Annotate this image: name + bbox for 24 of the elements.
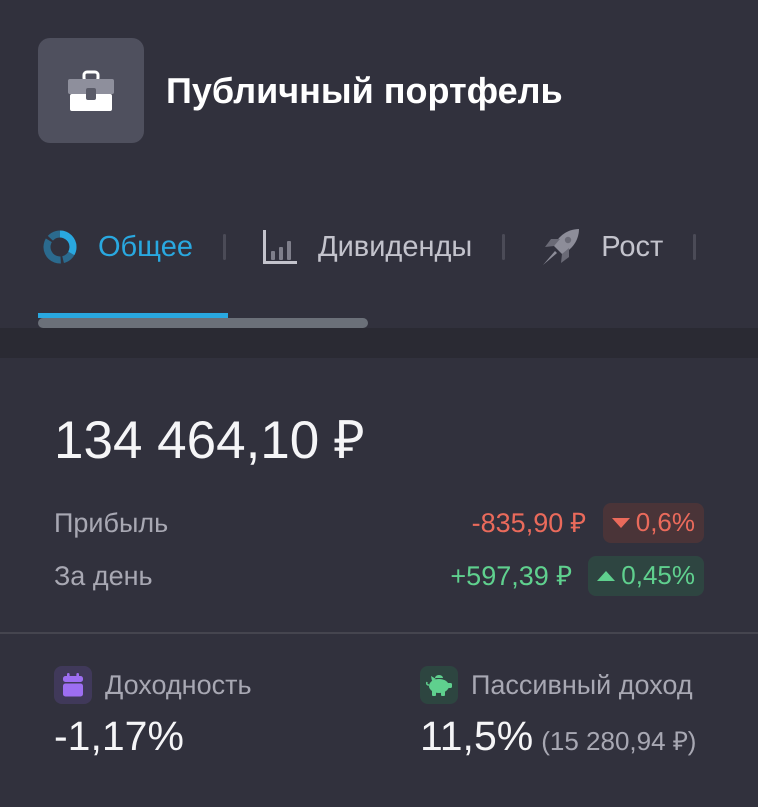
metric-note: (15 280,94 ₽) — [541, 725, 696, 758]
calendar-icon — [54, 666, 92, 704]
tab[interactable]: Общее — [42, 229, 193, 265]
percent-change: 0,45% — [621, 559, 695, 592]
amount-value: -835,90 ₽ — [472, 506, 587, 540]
metric-label: Пассивный доход — [471, 668, 693, 702]
rocket-icon — [541, 227, 582, 267]
row-label: За день — [54, 560, 153, 593]
metric-label: Доходность — [105, 668, 252, 702]
up-triangle-icon — [597, 570, 616, 581]
tab[interactable]: Рост — [541, 227, 664, 267]
bar-chart-icon — [262, 229, 298, 265]
piggy-bank-icon — [420, 666, 458, 704]
row-label: Прибыль — [54, 506, 168, 540]
percent-change: 0,6% — [636, 506, 695, 540]
briefcase-icon — [38, 38, 144, 143]
portfolio-total: 134 464,10 ₽ — [54, 411, 366, 472]
metric-value: -1,17% — [54, 713, 184, 761]
tab[interactable]: Дивиденды — [262, 229, 472, 265]
donut-chart-icon — [42, 229, 78, 265]
down-triangle-icon — [612, 518, 630, 528]
amount-value: +597,39 ₽ — [450, 560, 572, 593]
metric-value: 11,5% — [420, 713, 534, 761]
page-title: Публичный портфель — [166, 69, 563, 113]
